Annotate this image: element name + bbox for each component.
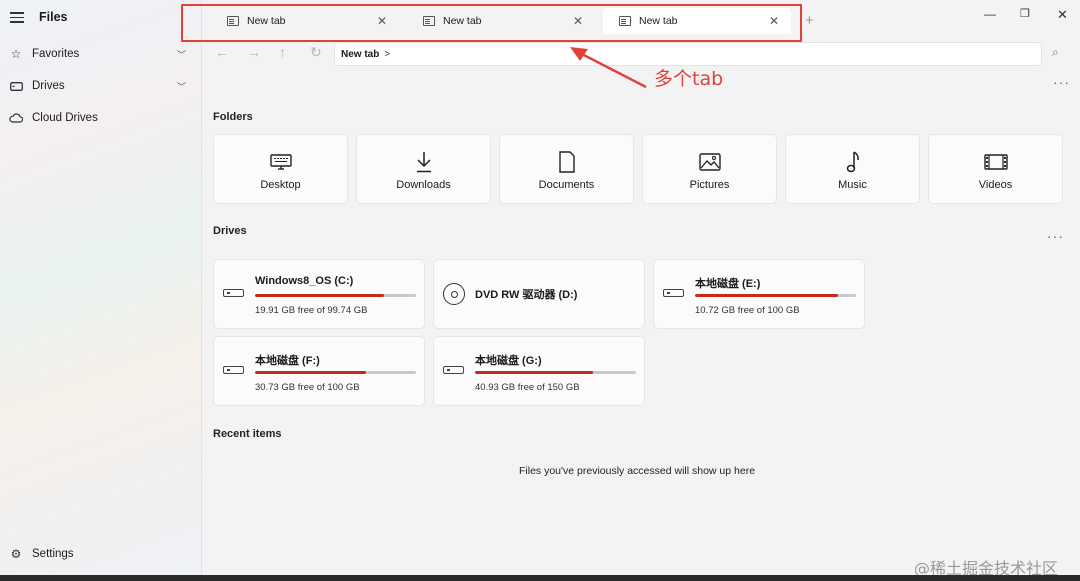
drive-name: DVD RW 驱动器 (D:): [475, 289, 578, 301]
drive-icon: [223, 366, 244, 374]
desktop-icon: [269, 151, 292, 173]
drives-heading: Drives: [213, 225, 247, 237]
refresh-icon[interactable]: ↻: [310, 44, 322, 61]
forward-arrow-icon[interactable]: →: [247, 44, 261, 60]
drive-name: Windows8_OS (C:): [255, 275, 354, 287]
sidebar-item-favorites[interactable]: ☆ Favorites ﹀: [0, 42, 202, 66]
drive-usage-bar: [255, 371, 416, 374]
drive-usage-fill: [255, 371, 367, 374]
add-tab-icon[interactable]: +: [805, 12, 814, 29]
drive-name: 本地磁盘 (E:): [695, 278, 761, 290]
drive-name: 本地磁盘 (F:): [255, 355, 320, 367]
star-icon: ☆: [10, 47, 22, 61]
document-icon: [558, 151, 575, 173]
sidebar-item-settings[interactable]: ⚙ Settings: [0, 542, 202, 566]
sidebar-item-label: Favorites: [32, 48, 80, 60]
drive-usage-fill: [255, 294, 384, 297]
folder-label: Videos: [978, 179, 1013, 191]
folder-label: Desktop: [260, 179, 301, 191]
dvd-icon: [443, 283, 465, 305]
taskbar: [0, 575, 1080, 581]
folder-pictures[interactable]: Pictures: [642, 134, 777, 204]
sidebar-item-label: Cloud Drives: [32, 112, 98, 124]
search-icon[interactable]: ⌕: [1052, 45, 1059, 60]
annotation-label: 多个tab: [654, 68, 724, 90]
drive-name: 本地磁盘 (G:): [475, 355, 542, 367]
folder-label: Pictures: [689, 179, 730, 191]
annotation-highlight-box: [181, 4, 802, 42]
breadcrumb-separator: >: [384, 48, 391, 60]
gear-icon: ⚙: [10, 547, 22, 561]
up-arrow-icon[interactable]: ↑: [279, 44, 286, 60]
annotation-arrow-icon: [570, 47, 647, 89]
drive-card-f[interactable]: 本地磁盘 (F:) 30.73 GB free of 100 GB: [213, 336, 425, 406]
drive-card-c[interactable]: Windows8_OS (C:) 19.91 GB free of 99.74 …: [213, 259, 425, 329]
more-options-icon[interactable]: ···: [1053, 74, 1070, 90]
folder-label: Documents: [538, 179, 595, 191]
window-close-icon[interactable]: ✕: [1057, 7, 1068, 23]
download-icon: [416, 151, 432, 173]
folder-desktop[interactable]: Desktop: [213, 134, 348, 204]
back-arrow-icon[interactable]: ←: [215, 44, 229, 60]
drive-usage-bar: [255, 294, 416, 297]
recent-items-heading: Recent items: [213, 428, 282, 440]
sidebar-item-drives[interactable]: Drives ﹀: [0, 74, 202, 98]
breadcrumb-item[interactable]: New tab: [341, 49, 379, 60]
drive-usage-bar: [475, 371, 636, 374]
chevron-down-icon[interactable]: ﹀: [177, 48, 186, 61]
address-bar[interactable]: New tab >: [334, 42, 1042, 66]
sidebar: Files ☆ Favorites ﹀ Drives ﹀ Cloud Drive…: [0, 0, 202, 581]
folder-videos[interactable]: Videos: [928, 134, 1063, 204]
drive-usage-fill: [695, 294, 839, 297]
folder-music[interactable]: Music: [785, 134, 920, 204]
hamburger-menu-icon[interactable]: [10, 12, 24, 23]
drive-usage-bar: [695, 294, 856, 297]
drive-icon: [443, 366, 464, 374]
drive-free-space: 30.73 GB free of 100 GB: [255, 382, 360, 393]
drive-card-d[interactable]: DVD RW 驱动器 (D:): [433, 259, 645, 329]
sidebar-item-cloud-drives[interactable]: Cloud Drives: [0, 106, 202, 130]
picture-icon: [698, 151, 721, 173]
more-options-icon[interactable]: ···: [1047, 228, 1064, 244]
settings-label: Settings: [32, 548, 74, 560]
recent-empty-message: Files you've previously accessed will sh…: [519, 465, 756, 477]
app-title: Files: [39, 10, 68, 24]
folder-label: Music: [838, 179, 867, 191]
drive-icon: [9, 79, 23, 93]
sidebar-item-label: Drives: [32, 80, 65, 92]
drive-icon: [663, 289, 684, 297]
drive-card-e[interactable]: 本地磁盘 (E:) 10.72 GB free of 100 GB: [653, 259, 865, 329]
cloud-icon: [9, 111, 23, 125]
folders-heading: Folders: [213, 111, 253, 123]
drive-card-g[interactable]: 本地磁盘 (G:) 40.93 GB free of 150 GB: [433, 336, 645, 406]
music-icon: [846, 151, 860, 173]
drive-free-space: 40.93 GB free of 150 GB: [475, 382, 580, 393]
drive-free-space: 10.72 GB free of 100 GB: [695, 305, 800, 316]
drive-free-space: 19.91 GB free of 99.74 GB: [255, 305, 368, 316]
minimize-icon[interactable]: —: [984, 7, 996, 21]
folder-label: Downloads: [396, 179, 451, 191]
restore-icon[interactable]: ❐: [1020, 7, 1030, 20]
drive-usage-fill: [475, 371, 593, 374]
chevron-down-icon[interactable]: ﹀: [177, 80, 186, 93]
folder-downloads[interactable]: Downloads: [356, 134, 491, 204]
video-icon: [983, 151, 1008, 173]
drive-icon: [223, 289, 244, 297]
folder-documents[interactable]: Documents: [499, 134, 634, 204]
